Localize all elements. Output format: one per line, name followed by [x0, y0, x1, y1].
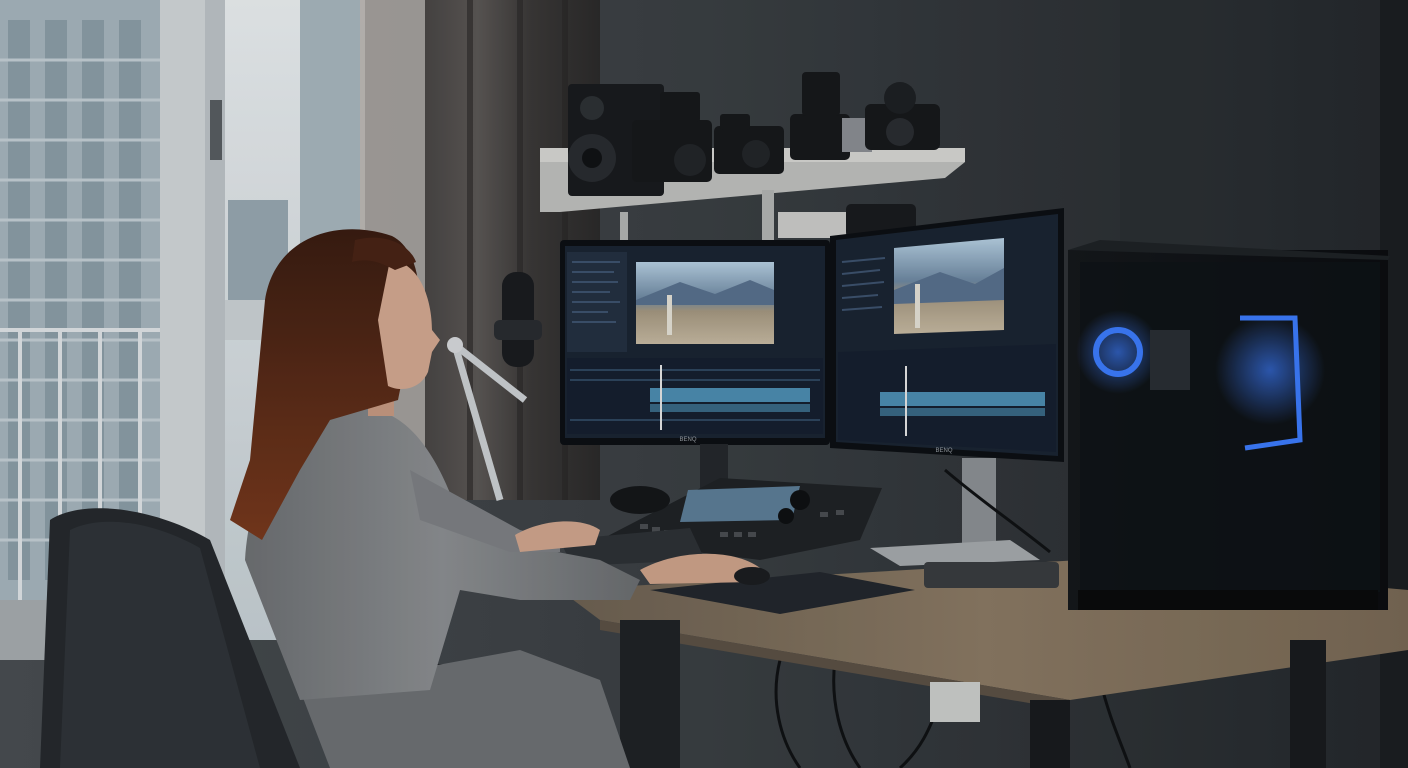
photo-scene: BENQ BENQ — [0, 0, 1408, 768]
vignette — [0, 0, 1408, 768]
